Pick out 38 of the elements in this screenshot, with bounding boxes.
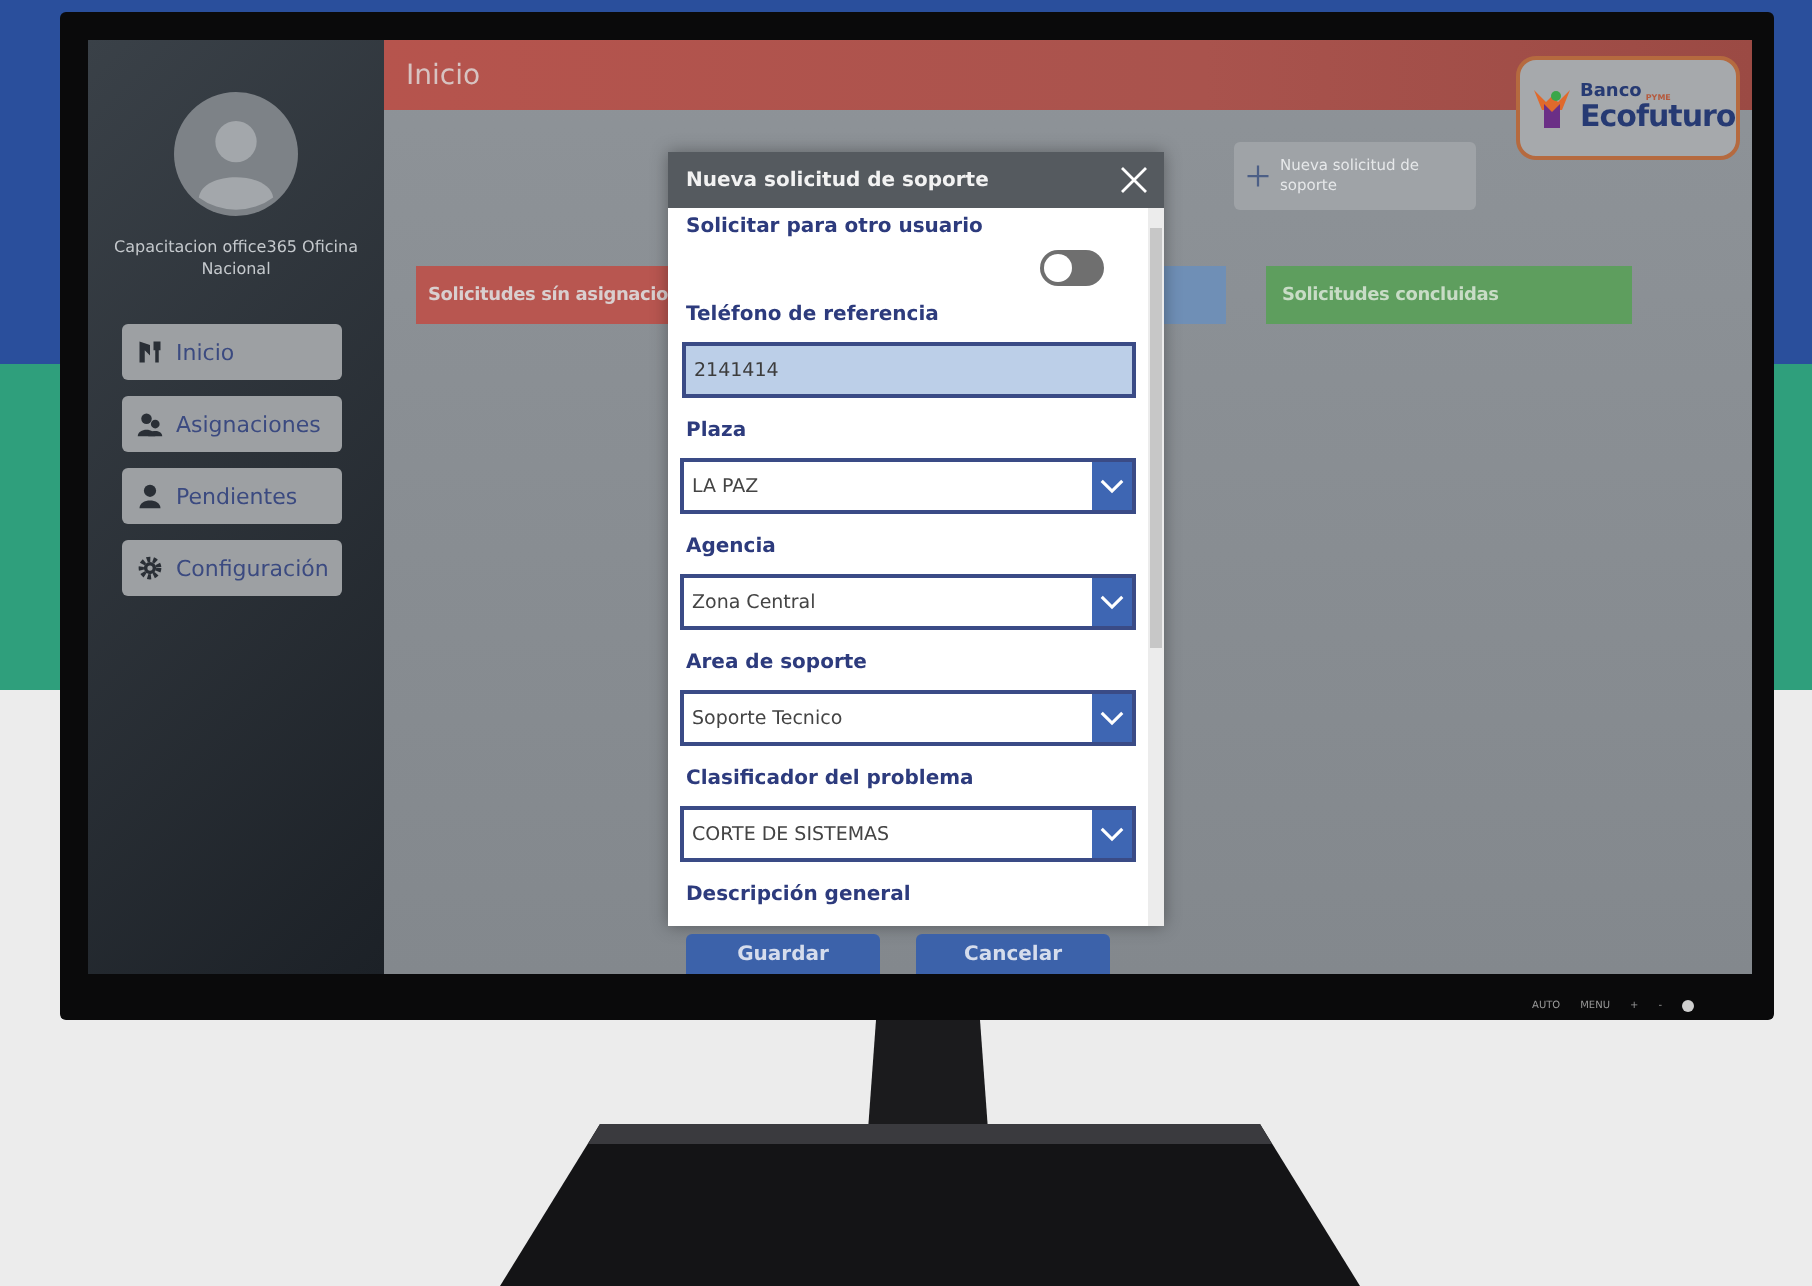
- chevron-down-icon: [1100, 826, 1124, 842]
- dialog-button[interactable]: Cancelar: [916, 934, 1110, 974]
- dropdown[interactable]: Zona Central: [680, 574, 1136, 630]
- field-label: Area de soporte: [686, 650, 869, 678]
- field-label: Clasificador del problema: [686, 766, 976, 794]
- avatar-icon: [174, 92, 298, 216]
- nav-button[interactable]: Configuración: [122, 540, 342, 596]
- close-button[interactable]: [1116, 162, 1152, 198]
- dialog-button[interactable]: Guardar: [686, 934, 880, 974]
- chevron-down-icon: [1100, 710, 1124, 726]
- dropdown[interactable]: LA PAZ: [680, 458, 1136, 514]
- tools-icon: [136, 338, 164, 366]
- field-label: Plaza: [686, 418, 749, 446]
- people-icon: [136, 410, 164, 438]
- logo-text: Ecofuturo: [1580, 102, 1736, 132]
- field-label: Agencia: [686, 534, 778, 562]
- chevron-down-icon: [1100, 594, 1124, 610]
- header-title: Inicio: [406, 59, 481, 91]
- plus-icon: [1246, 164, 1270, 188]
- dialog-title: Nueva solicitud de soporte: [686, 169, 989, 191]
- nav-button[interactable]: Asignaciones: [122, 396, 342, 452]
- settings-icon: [136, 554, 164, 582]
- power-light-icon: [1682, 1000, 1694, 1012]
- chevron-down-icon: [1100, 478, 1124, 494]
- dropdown[interactable]: Soporte Tecnico: [680, 690, 1136, 746]
- toggle-switch[interactable]: [1040, 250, 1104, 286]
- close-icon: [1120, 166, 1148, 194]
- field-label: Solicitar para otro usuario: [686, 214, 985, 242]
- user-name: Capacitacion office365 Oficina Nacional: [112, 236, 360, 280]
- nav-button[interactable]: Inicio: [122, 324, 342, 380]
- field-label: Descripción general: [686, 882, 913, 910]
- input-field[interactable]: 2141414: [682, 342, 1136, 398]
- scrollbar[interactable]: [1148, 208, 1164, 926]
- person-icon: [136, 482, 164, 510]
- panel-header: Solicitudes concluidas: [1266, 266, 1632, 324]
- logo-text: Banco: [1580, 84, 1642, 102]
- nav-button[interactable]: Pendientes: [122, 468, 342, 524]
- dropdown[interactable]: CORTE DE SISTEMAS: [680, 806, 1136, 862]
